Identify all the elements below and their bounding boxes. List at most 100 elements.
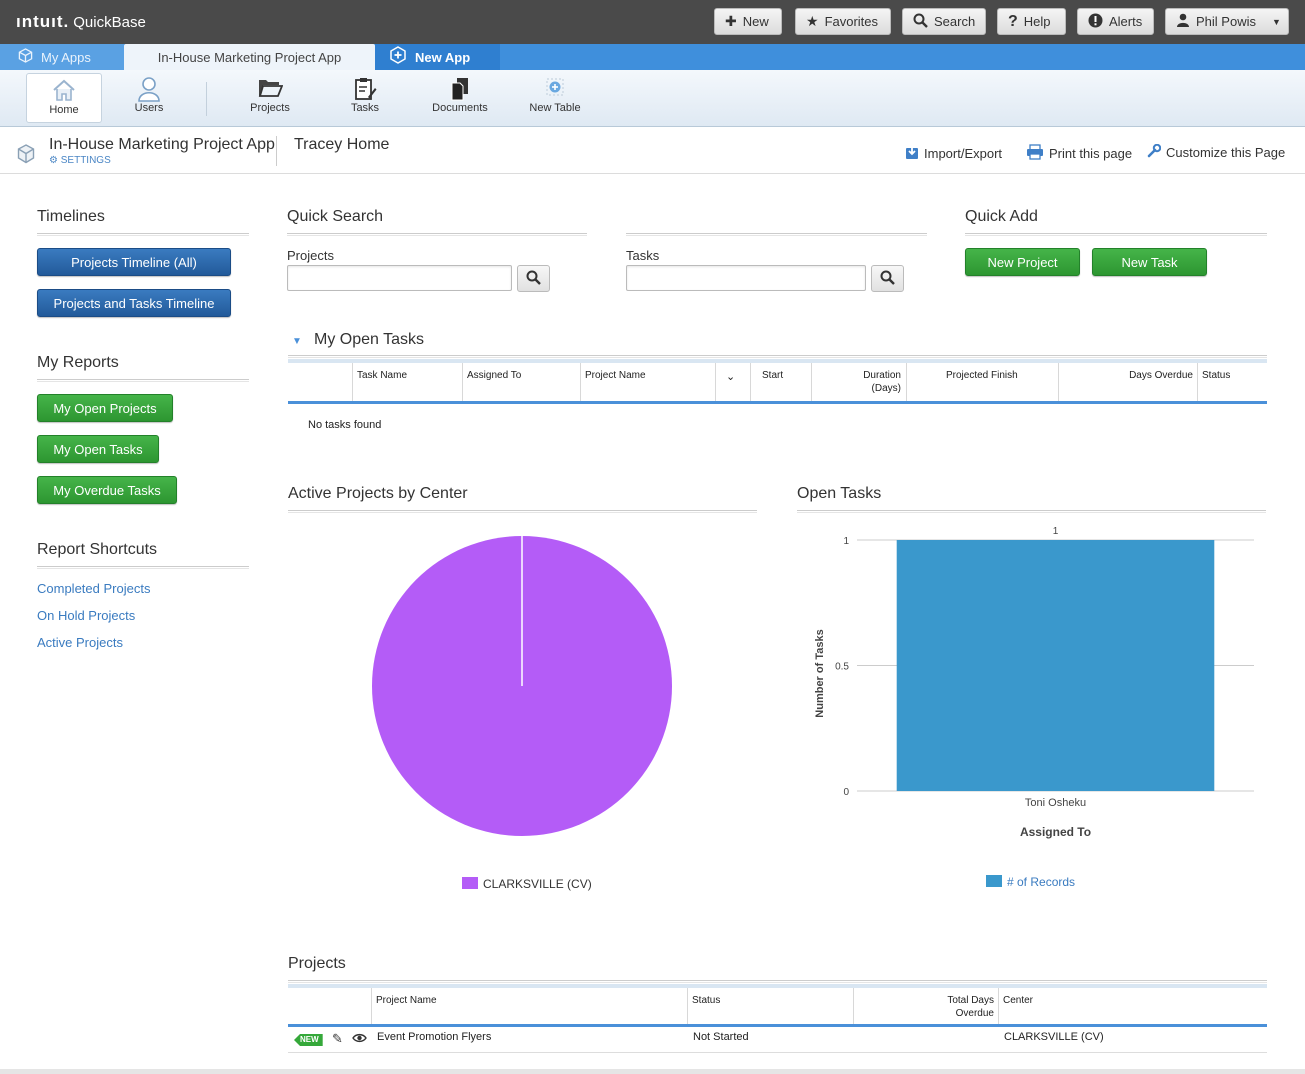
sort-chevron-down-icon[interactable]: ⌄ (726, 371, 735, 384)
project-name-cell[interactable]: Event Promotion Flyers (377, 1031, 491, 1043)
tab-new-app-label: New App (415, 49, 471, 65)
import-export-link[interactable]: Import/Export (905, 144, 1002, 163)
col-start[interactable]: Start (762, 369, 783, 382)
tab-current-app-label: In-House Marketing Project App (157, 49, 342, 65)
my-overdue-tasks-button[interactable]: My Overdue Tasks (37, 476, 177, 504)
y-tick-label: 0.5 (835, 662, 849, 673)
col-sep (1197, 363, 1198, 401)
toolbar-users[interactable]: Users (109, 76, 189, 114)
my-open-tasks-button[interactable]: My Open Tasks (37, 435, 159, 463)
folder-icon (230, 76, 310, 102)
tasks-search-button[interactable] (871, 265, 904, 292)
alert-icon (1088, 13, 1103, 31)
report-shortcuts-title: Report Shortcuts (37, 541, 158, 558)
import-icon (905, 144, 919, 163)
printer-icon (1026, 144, 1044, 163)
pie-legend-label[interactable]: CLARKSVILLE (CV) (483, 877, 592, 891)
projects-tasks-timeline-button[interactable]: Projects and Tasks Timeline (37, 289, 231, 317)
col-duration[interactable]: Duration (Days) (828, 369, 901, 395)
breadcrumb-separator (276, 136, 277, 166)
breadcrumb-app[interactable]: In-House Marketing Project App (49, 136, 275, 154)
tab-new-app[interactable]: New App (375, 44, 500, 70)
new-task-button[interactable]: New Task (1092, 248, 1207, 276)
edit-pencil-icon[interactable]: ✎ (332, 1031, 343, 1047)
col-projected-finish[interactable]: Projected Finish (946, 369, 1018, 382)
col-center[interactable]: Center (1003, 994, 1033, 1007)
user-name: Phil Powis (1196, 14, 1256, 29)
toolbar-documents[interactable]: Documents (420, 76, 500, 114)
toolbar-tasks[interactable]: Tasks (325, 76, 405, 114)
table-row[interactable]: NEW ✎ Event Promotion Flyers Not Started… (288, 1027, 1267, 1053)
pie-chart (372, 536, 672, 836)
status-cell: Not Started (693, 1031, 749, 1043)
col-sep (715, 363, 716, 401)
col-sep (352, 363, 353, 401)
col-project-name[interactable]: Project Name (376, 994, 437, 1007)
col-sep (1058, 363, 1059, 401)
collapse-triangle-icon[interactable]: ▼ (292, 336, 302, 347)
col-status[interactable]: Status (1202, 369, 1230, 382)
col-task-name[interactable]: Task Name (357, 369, 407, 382)
open-tasks-rule (288, 355, 1267, 358)
my-open-projects-button[interactable]: My Open Projects (37, 394, 173, 422)
col-status[interactable]: Status (692, 994, 720, 1007)
tab-my-apps[interactable]: My Apps (0, 44, 124, 70)
breadcrumb: In-House Marketing Project App ⚙ SETTING… (0, 127, 1305, 174)
toolbar-new-table-label: New Table (529, 102, 581, 114)
tab-current-app[interactable]: In-House Marketing Project App (124, 44, 375, 70)
search-icon (880, 270, 895, 288)
bar-legend-swatch (986, 875, 1002, 887)
import-export-label: Import/Export (924, 146, 1003, 161)
projects-timeline-all-button[interactable]: Projects Timeline (All) (37, 248, 231, 276)
help-button[interactable]: ? Help (997, 8, 1066, 35)
projects-search-button[interactable] (517, 265, 550, 292)
col-sep (462, 363, 463, 401)
on-hold-projects-link[interactable]: On Hold Projects (37, 608, 135, 623)
caret-down-icon: ▼ (1271, 16, 1281, 27)
wrench-icon (1147, 143, 1162, 161)
col-total-days-overdue[interactable]: Total Days Overdue (908, 994, 994, 1020)
active-projects-link[interactable]: Active Projects (37, 635, 123, 650)
tasks-icon (325, 76, 405, 102)
col-sep (853, 988, 854, 1024)
col-days-overdue[interactable]: Days Overdue (1088, 369, 1193, 382)
new-button[interactable]: ✚ New (714, 8, 782, 35)
user-menu-button[interactable]: Phil Powis ▼ (1165, 8, 1289, 35)
print-link[interactable]: Print this page (1026, 144, 1132, 163)
toolbar-users-label: Users (134, 102, 164, 114)
quick-add-rule (965, 233, 1267, 236)
view-eye-icon[interactable] (352, 1032, 367, 1046)
y-axis-title: Number of Tasks (814, 629, 826, 717)
completed-projects-link[interactable]: Completed Projects (37, 581, 150, 596)
quick-search-rule-2 (626, 233, 927, 236)
col-assigned-to[interactable]: Assigned To (467, 369, 521, 382)
new-project-button[interactable]: New Project (965, 248, 1080, 276)
pie-chart-title: Active Projects by Center (288, 485, 468, 502)
quick-search-rule (287, 233, 587, 236)
bar[interactable] (896, 540, 1215, 791)
toolbar-home[interactable]: Home (26, 73, 102, 123)
app-settings-link[interactable]: ⚙ SETTINGS (49, 155, 111, 166)
col-sep (906, 363, 907, 401)
tasks-search-input[interactable] (626, 265, 866, 291)
center-cell: CLARKSVILLE (CV) (1004, 1031, 1104, 1043)
col-project-name[interactable]: Project Name (585, 369, 646, 382)
new-label: New (742, 14, 769, 29)
alerts-button[interactable]: Alerts (1077, 8, 1154, 35)
bar-legend-label[interactable]: # of Records (1007, 875, 1075, 889)
toolbar-projects[interactable]: Projects (230, 76, 310, 114)
projects-table-rule (288, 980, 1267, 983)
table-toolbar: Home Users Projects Tasks Documents New … (0, 70, 1305, 127)
question-icon: ? (1008, 12, 1018, 30)
search-button[interactable]: Search (902, 8, 986, 35)
col-sep (687, 988, 688, 1024)
print-label: Print this page (1049, 146, 1133, 161)
customize-page-link[interactable]: Customize this Page (1147, 143, 1285, 161)
favorites-button[interactable]: ★ Favorites (795, 8, 891, 35)
quick-add-title: Quick Add (965, 208, 1038, 225)
tasks-search-label: Tasks (626, 248, 660, 263)
search-label: Search (934, 14, 976, 29)
quickbase-logo[interactable]: ıntuıt. QuickBase (16, 12, 146, 32)
toolbar-new-table[interactable]: New Table (515, 76, 595, 114)
projects-search-input[interactable] (287, 265, 512, 291)
